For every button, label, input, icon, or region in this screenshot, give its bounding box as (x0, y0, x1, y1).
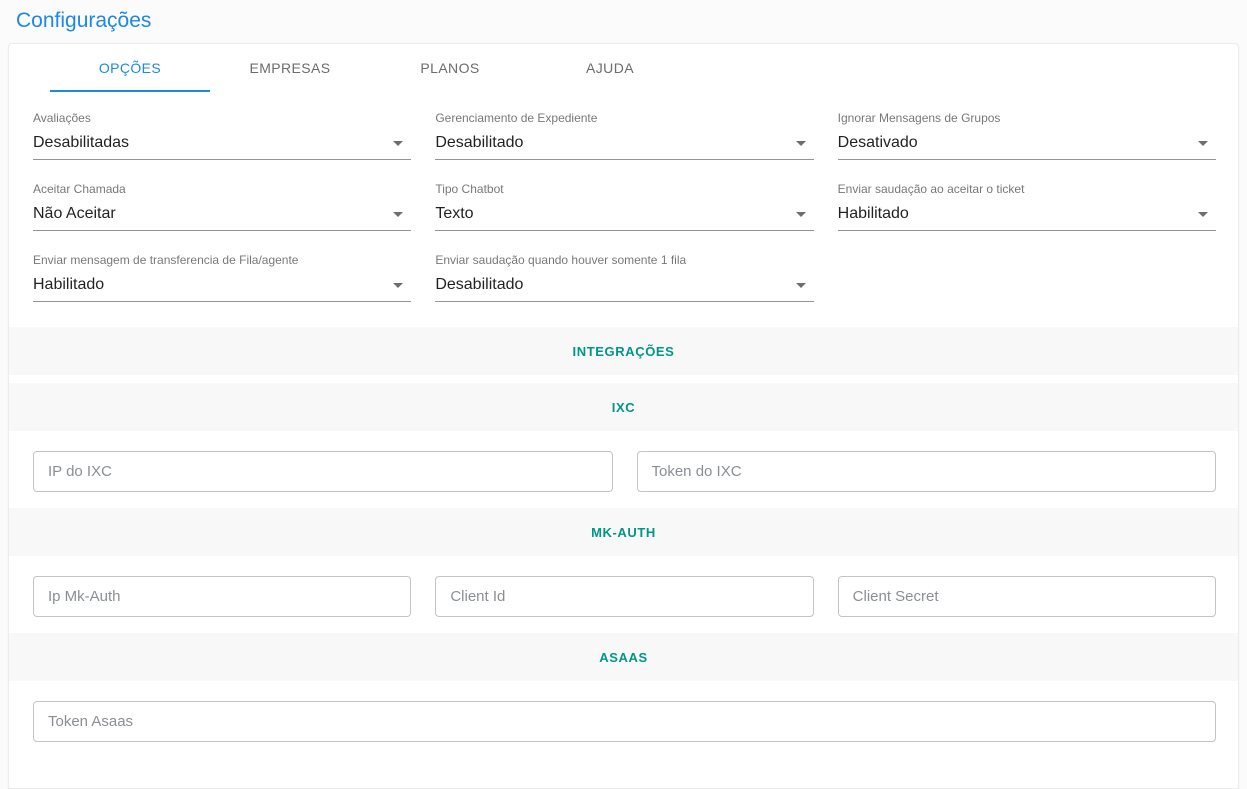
select-value: Desabilitado (435, 134, 523, 152)
select-enviar-saudacao-aceitar-ticket[interactable]: Enviar saudação ao aceitar o ticket Habi… (838, 182, 1216, 231)
select-control[interactable]: Texto (435, 203, 813, 231)
select-label: Avaliações (33, 111, 411, 125)
select-value: Desabilitadas (33, 134, 129, 152)
select-control[interactable]: Desabilitadas (33, 132, 411, 160)
mkauth-ip-input[interactable] (33, 576, 411, 617)
select-ignorar-mensagens-grupos[interactable]: Ignorar Mensagens de Grupos Desativado (838, 111, 1216, 160)
select-control[interactable]: Desabilitado (435, 274, 813, 302)
arrow-drop-down-icon (393, 212, 403, 217)
arrow-drop-down-icon (796, 283, 806, 288)
select-control[interactable]: Habilitado (33, 274, 411, 302)
section-header-mkauth: MK-AUTH (9, 508, 1238, 556)
select-tipo-chatbot[interactable]: Tipo Chatbot Texto (435, 182, 813, 231)
arrow-drop-down-icon (393, 141, 403, 146)
select-gerenciamento-expediente[interactable]: Gerenciamento de Expediente Desabilitado (435, 111, 813, 160)
select-label: Gerenciamento de Expediente (435, 111, 813, 125)
arrow-drop-down-icon (796, 141, 806, 146)
tab-bar: OPÇÕES EMPRESAS PLANOS AJUDA (9, 44, 1238, 92)
asaas-inputs-row (9, 689, 1238, 758)
select-avaliacoes[interactable]: Avaliações Desabilitadas (33, 111, 411, 160)
select-value: Desativado (838, 134, 918, 152)
select-label: Ignorar Mensagens de Grupos (838, 111, 1216, 125)
tab-opcoes[interactable]: OPÇÕES (50, 44, 210, 92)
select-value: Não Aceitar (33, 205, 116, 223)
select-control[interactable]: Habilitado (838, 203, 1216, 231)
section-header-integracoes: INTEGRAÇÕES (9, 327, 1238, 375)
select-value: Texto (435, 205, 473, 223)
settings-card: OPÇÕES EMPRESAS PLANOS AJUDA Avaliações … (8, 43, 1239, 789)
arrow-drop-down-icon (1198, 141, 1208, 146)
select-enviar-saudacao-uma-fila[interactable]: Enviar saudação quando houver somente 1 … (435, 253, 813, 302)
mkauth-client-id-input[interactable] (435, 576, 813, 617)
arrow-drop-down-icon (393, 283, 403, 288)
tab-planos[interactable]: PLANOS (370, 44, 530, 92)
asaas-token-input[interactable] (33, 701, 1216, 742)
mkauth-client-secret-input[interactable] (838, 576, 1216, 617)
ixc-token-input[interactable] (637, 451, 1217, 492)
tab-empresas[interactable]: EMPRESAS (210, 44, 370, 92)
section-header-asaas: ASAAS (9, 633, 1238, 681)
select-value: Habilitado (33, 276, 104, 294)
mkauth-inputs-row (9, 564, 1238, 633)
select-label: Enviar saudação quando houver somente 1 … (435, 253, 813, 267)
select-label: Enviar mensagem de transferencia de Fila… (33, 253, 411, 267)
options-grid: Avaliações Desabilitadas Gerenciamento d… (9, 92, 1238, 327)
select-control[interactable]: Desabilitado (435, 132, 813, 160)
select-control[interactable]: Desativado (838, 132, 1216, 160)
select-label: Tipo Chatbot (435, 182, 813, 196)
select-value: Desabilitado (435, 276, 523, 294)
arrow-drop-down-icon (1198, 212, 1208, 217)
arrow-drop-down-icon (796, 212, 806, 217)
select-control[interactable]: Não Aceitar (33, 203, 411, 231)
section-header-ixc: IXC (9, 383, 1238, 431)
page-title: Configurações (0, 0, 1247, 43)
select-enviar-mensagem-transferencia[interactable]: Enviar mensagem de transferencia de Fila… (33, 253, 411, 302)
select-label: Enviar saudação ao aceitar o ticket (838, 182, 1216, 196)
tab-ajuda[interactable]: AJUDA (530, 44, 690, 92)
ixc-inputs-row (9, 439, 1238, 508)
select-value: Habilitado (838, 205, 909, 223)
ixc-ip-input[interactable] (33, 451, 613, 492)
select-aceitar-chamada[interactable]: Aceitar Chamada Não Aceitar (33, 182, 411, 231)
select-label: Aceitar Chamada (33, 182, 411, 196)
